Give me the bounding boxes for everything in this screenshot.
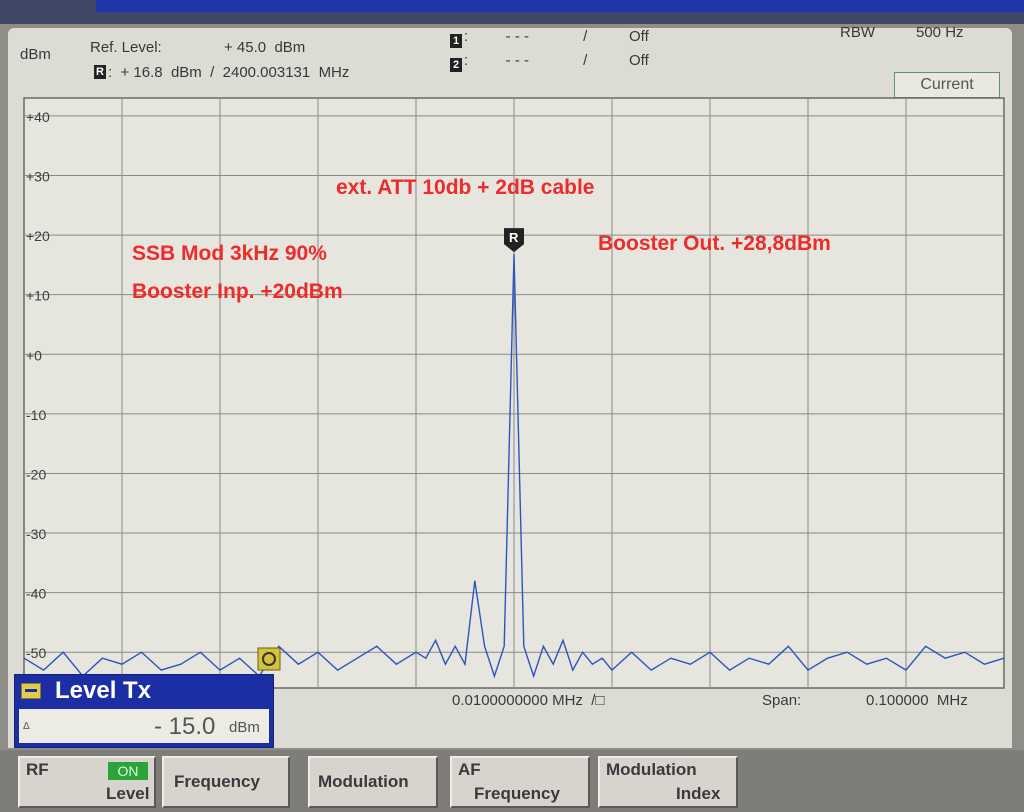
y-tick-label: -20 [26, 466, 46, 482]
marker-q-box [257, 647, 281, 671]
rf-level-softkey[interactable]: RF ON Level [18, 756, 156, 808]
level-tx-dialog[interactable]: Level Tx Δ - 15.0 dBm [14, 674, 274, 748]
span-value: 0.100000 MHz [866, 692, 968, 709]
modulation-label: Modulation [318, 772, 409, 791]
modulation-softkey[interactable]: Modulation [308, 756, 438, 808]
y-tick-label: -30 [26, 526, 46, 542]
annotation-attenuation: ext. ATT 10db + 2dB cable [336, 176, 595, 199]
level-tx-input[interactable]: Δ - 15.0 dBm [19, 709, 269, 743]
y-tick-label: +10 [26, 288, 50, 304]
af-frequency-label: Frequency [474, 784, 560, 803]
y-tick-label: +0 [26, 347, 42, 363]
y-tick-label: +30 [26, 168, 50, 184]
softkey-bar: RF ON Level Frequency Modulation AF Freq… [0, 750, 1024, 812]
level-entry-icon [21, 683, 41, 699]
level-tx-value[interactable]: - 15.0 [154, 713, 215, 741]
y-tick-label: +20 [26, 228, 50, 244]
y-tick-label: -40 [26, 586, 46, 602]
af-frequency-softkey[interactable]: AF Frequency [450, 756, 590, 808]
frequency-label: Frequency [174, 772, 260, 791]
center-frequency: 0.0100000000 MHz /□ [452, 692, 605, 709]
rf-label: RF [26, 760, 49, 779]
annotation-booster-output: Booster Out. +28,8dBm [598, 232, 831, 255]
mod-index-label-1: Modulation [606, 760, 697, 779]
y-tick-label: -50 [26, 645, 46, 661]
frequency-softkey[interactable]: Frequency [162, 756, 290, 808]
mod-index-label-2: Index [676, 784, 721, 803]
level-tx-unit: dBm [229, 719, 260, 736]
rf-level-label: Level [106, 784, 150, 803]
span-label: Span: [762, 692, 802, 709]
y-tick-label: -10 [26, 407, 46, 423]
modulation-index-softkey[interactable]: Modulation Index [598, 756, 738, 808]
y-tick-label: +40 [26, 109, 50, 125]
delta-icon: Δ [23, 721, 30, 732]
rf-on-badge: ON [108, 762, 148, 780]
af-label: AF [458, 760, 481, 779]
level-tx-title: Level Tx [55, 677, 152, 704]
ref-marker-letter: R [509, 230, 519, 245]
annotation-ssb-mod: SSB Mod 3kHz 90% [132, 242, 327, 265]
marker-q-icon [257, 647, 281, 671]
annotation-booster-input: Booster Inp. +20dBm [132, 280, 343, 303]
